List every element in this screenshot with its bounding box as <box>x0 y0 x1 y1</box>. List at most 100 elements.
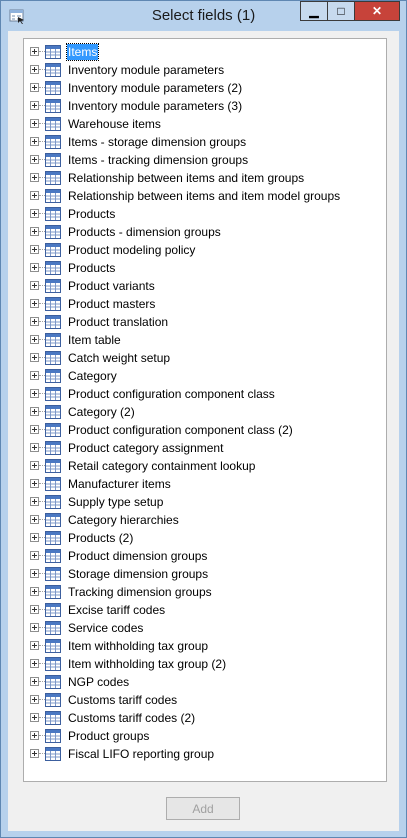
expand-plus-icon[interactable] <box>30 191 39 200</box>
tree-node[interactable]: Warehouse items <box>24 115 384 133</box>
tree-node[interactable]: Relationship between items and item grou… <box>24 169 384 187</box>
tree-node-label[interactable]: Excise tariff codes <box>67 602 166 618</box>
tree-node-label[interactable]: Manufacturer items <box>67 476 172 492</box>
expand-plus-icon[interactable] <box>30 659 39 668</box>
tree-node-label[interactable]: Products - dimension groups <box>67 224 222 240</box>
tree-node[interactable]: Product variants <box>24 277 384 295</box>
expand-plus-icon[interactable] <box>30 101 39 110</box>
tree-node[interactable]: Catch weight setup <box>24 349 384 367</box>
tree-node[interactable]: Inventory module parameters <box>24 61 384 79</box>
tree-node-label[interactable]: Product configuration component class (2… <box>67 422 294 438</box>
tree-node-label[interactable]: Product translation <box>67 314 169 330</box>
expand-plus-icon[interactable] <box>30 641 39 650</box>
expand-plus-icon[interactable] <box>30 389 39 398</box>
tree-node-label[interactable]: Product dimension groups <box>67 548 208 564</box>
tree-node[interactable]: Customs tariff codes <box>24 691 384 709</box>
tree-node[interactable]: Items <box>24 43 384 61</box>
expand-plus-icon[interactable] <box>30 173 39 182</box>
tree-node-label[interactable]: Products <box>67 260 116 276</box>
tree-node-label[interactable]: Products (2) <box>67 530 134 546</box>
tree-node-label[interactable]: Retail category containment lookup <box>67 458 256 474</box>
expand-plus-icon[interactable] <box>30 119 39 128</box>
tree-node[interactable]: Inventory module parameters (3) <box>24 97 384 115</box>
expand-plus-icon[interactable] <box>30 569 39 578</box>
tree-node[interactable]: Items - storage dimension groups <box>24 133 384 151</box>
tree-node-label[interactable]: Product groups <box>67 728 150 744</box>
expand-plus-icon[interactable] <box>30 605 39 614</box>
tree-node-label[interactable]: Relationship between items and item mode… <box>67 188 341 204</box>
expand-plus-icon[interactable] <box>30 461 39 470</box>
tree-node[interactable]: Item withholding tax group <box>24 637 384 655</box>
tree-node-label[interactable]: Warehouse items <box>67 116 162 132</box>
tree-node-label[interactable]: Product variants <box>67 278 156 294</box>
expand-plus-icon[interactable] <box>30 281 39 290</box>
tree-node-label[interactable]: Customs tariff codes (2) <box>67 710 196 726</box>
tree-node-label[interactable]: Product masters <box>67 296 156 312</box>
tree-node[interactable]: Item withholding tax group (2) <box>24 655 384 673</box>
expand-plus-icon[interactable] <box>30 587 39 596</box>
expand-plus-icon[interactable] <box>30 155 39 164</box>
tree-node[interactable]: Products - dimension groups <box>24 223 384 241</box>
expand-plus-icon[interactable] <box>30 299 39 308</box>
tree-node[interactable]: Category hierarchies <box>24 511 384 529</box>
minimize-button[interactable]: ▁ <box>300 1 327 21</box>
tree-node-label[interactable]: Inventory module parameters <box>67 62 225 78</box>
expand-plus-icon[interactable] <box>30 227 39 236</box>
maximize-button[interactable]: □ <box>327 1 354 21</box>
tree-node-label[interactable]: Inventory module parameters (2) <box>67 80 243 96</box>
tree-node[interactable]: Product category assignment <box>24 439 384 457</box>
tree-node[interactable]: Product groups <box>24 727 384 745</box>
tree-node-label[interactable]: Catch weight setup <box>67 350 171 366</box>
expand-plus-icon[interactable] <box>30 497 39 506</box>
tree-node[interactable]: Item table <box>24 331 384 349</box>
tree-node-label[interactable]: Relationship between items and item grou… <box>67 170 305 186</box>
tree-node[interactable]: Category (2) <box>24 403 384 421</box>
close-button[interactable]: ✕ <box>354 1 400 21</box>
tree-node-label[interactable]: Product modeling policy <box>67 242 196 258</box>
tree-node-label[interactable]: Tracking dimension groups <box>67 584 213 600</box>
tree-node[interactable]: Items - tracking dimension groups <box>24 151 384 169</box>
expand-plus-icon[interactable] <box>30 371 39 380</box>
tree-node-label[interactable]: Items - tracking dimension groups <box>67 152 249 168</box>
tree-node-label[interactable]: Products <box>67 206 116 222</box>
tree-node[interactable]: Fiscal LIFO reporting group <box>24 745 384 763</box>
tree-node[interactable]: Product modeling policy <box>24 241 384 259</box>
add-button[interactable]: Add <box>166 797 240 820</box>
title-bar[interactable]: Select fields (1) ▁ □ ✕ <box>1 1 406 31</box>
tree-node[interactable]: Service codes <box>24 619 384 637</box>
expand-plus-icon[interactable] <box>30 263 39 272</box>
expand-plus-icon[interactable] <box>30 731 39 740</box>
tree-node-label[interactable]: Category (2) <box>67 404 136 420</box>
tree-node[interactable]: Product configuration component class <box>24 385 384 403</box>
tree-node[interactable]: Product dimension groups <box>24 547 384 565</box>
expand-plus-icon[interactable] <box>30 83 39 92</box>
tree-node-label[interactable]: NGP codes <box>67 674 130 690</box>
expand-plus-icon[interactable] <box>30 623 39 632</box>
tree-node[interactable]: Product translation <box>24 313 384 331</box>
tree-node[interactable]: Excise tariff codes <box>24 601 384 619</box>
tree-node-label[interactable]: Fiscal LIFO reporting group <box>67 746 215 762</box>
tree-node[interactable]: Products <box>24 205 384 223</box>
tree-node-label[interactable]: Item table <box>67 332 122 348</box>
tree-node-label[interactable]: Service codes <box>67 620 144 636</box>
expand-plus-icon[interactable] <box>30 695 39 704</box>
tree-node[interactable]: Products (2) <box>24 529 384 547</box>
tree-node-label[interactable]: Items - storage dimension groups <box>67 134 247 150</box>
tree-node[interactable]: Inventory module parameters (2) <box>24 79 384 97</box>
expand-plus-icon[interactable] <box>30 317 39 326</box>
tree-node[interactable]: Retail category containment lookup <box>24 457 384 475</box>
fields-tree[interactable]: Items Inventory module parameters Inventor… <box>23 38 387 782</box>
expand-plus-icon[interactable] <box>30 425 39 434</box>
tree-node-label[interactable]: Inventory module parameters (3) <box>67 98 243 114</box>
expand-plus-icon[interactable] <box>30 551 39 560</box>
expand-plus-icon[interactable] <box>30 47 39 56</box>
tree-node-label[interactable]: Supply type setup <box>67 494 164 510</box>
expand-plus-icon[interactable] <box>30 209 39 218</box>
tree-node-label[interactable]: Category <box>67 368 118 384</box>
expand-plus-icon[interactable] <box>30 713 39 722</box>
tree-node[interactable]: Product configuration component class (2… <box>24 421 384 439</box>
tree-node-label[interactable]: Product category assignment <box>67 440 224 456</box>
expand-plus-icon[interactable] <box>30 515 39 524</box>
expand-plus-icon[interactable] <box>30 245 39 254</box>
tree-node-label[interactable]: Storage dimension groups <box>67 566 209 582</box>
